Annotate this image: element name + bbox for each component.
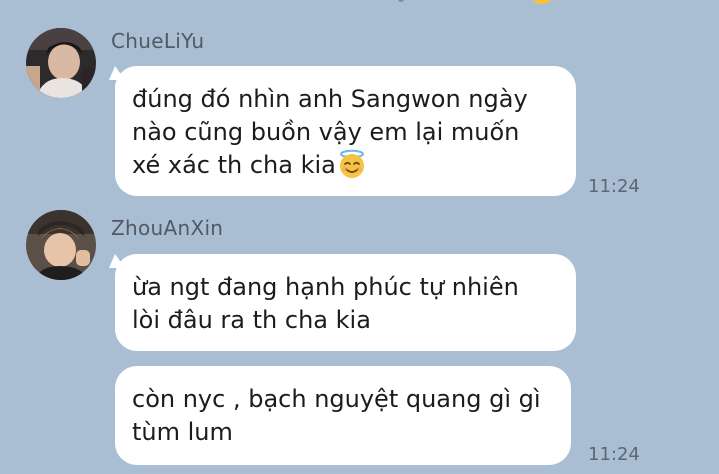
avatar-photo-icon	[26, 28, 96, 98]
avatar-photo-icon	[26, 210, 96, 280]
message-timestamp: 11:24	[588, 444, 640, 465]
message-text: ừa ngt đang hạnh phúc tự nhiên lòi đâu r…	[132, 273, 519, 334]
sender-name: ChueLiYu	[111, 29, 205, 53]
sender-name: ZhouAnXin	[111, 216, 224, 240]
avatar-chueliyu[interactable]	[26, 28, 96, 98]
avatar-zhouanxin[interactable]	[26, 210, 96, 280]
message-bubble[interactable]: ừa ngt đang hạnh phúc tự nhiên lòi đâu r…	[115, 254, 576, 351]
message-bubble[interactable]: đúng đó nhìn anh Sangwon ngày nào cũng b…	[115, 66, 576, 196]
smiling-face-with-halo-icon	[337, 149, 367, 179]
message-text: đúng đó nhìn anh Sangwon ngày nào cũng b…	[132, 85, 528, 179]
message-text: còn nyc , bạch nguyệt quang gì gì tùm lu…	[132, 385, 541, 446]
cropped-element	[398, 0, 404, 2]
message-timestamp: 11:24	[588, 176, 640, 197]
cropped-emoji-icon	[532, 0, 552, 4]
message-bubble[interactable]: còn nyc , bạch nguyệt quang gì gì tùm lu…	[115, 366, 571, 465]
